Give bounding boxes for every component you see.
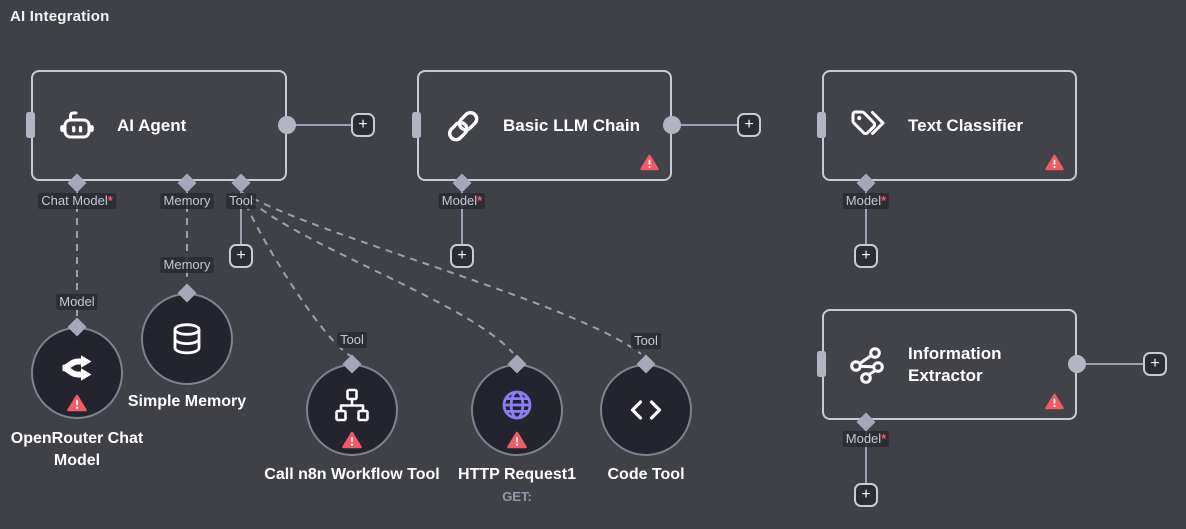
- node-caption-openrouter: OpenRouter Chat Model: [10, 430, 144, 469]
- connector-label-memory: Memory: [160, 193, 214, 209]
- required-marker: *: [881, 193, 887, 208]
- connector-label-model-input: Model: [56, 294, 98, 310]
- warning-triangle-icon: [342, 431, 362, 449]
- plus-icon: +: [358, 116, 368, 133]
- plus-icon: +: [861, 486, 871, 503]
- required-marker: *: [881, 431, 887, 446]
- connector-label-chat-model: Chat Model*: [38, 193, 116, 209]
- warning-triangle-icon: [1045, 154, 1064, 171]
- node-http-request1[interactable]: [471, 364, 563, 456]
- connector-label-text: Tool: [229, 193, 253, 208]
- connector-label-tool-input-code: Tool: [631, 333, 661, 349]
- node-label: Text Classifier: [908, 115, 1023, 135]
- warning-triangle-icon: [67, 394, 87, 412]
- chain-link-icon: [447, 110, 479, 141]
- warning-triangle-icon: [507, 431, 527, 449]
- connector-label-text: Model: [59, 294, 95, 309]
- code-brackets-icon: [630, 400, 662, 420]
- connector-label-text: Tool: [634, 333, 658, 348]
- required-marker: *: [107, 193, 113, 208]
- connector-label-text: Model: [845, 193, 882, 208]
- add-node-button-ai-agent-output[interactable]: +: [351, 113, 375, 137]
- add-model-button-text-classifier[interactable]: +: [854, 244, 878, 268]
- add-model-button-info-extractor[interactable]: +: [854, 483, 878, 507]
- node-label: Basic LLM Chain: [503, 115, 640, 135]
- database-icon: [173, 323, 201, 355]
- fork-arrows-icon: [62, 355, 92, 381]
- connector-label-text: Model: [441, 193, 478, 208]
- share-nodes-icon: [850, 346, 884, 384]
- required-marker: *: [477, 193, 483, 208]
- warning-triangle-icon: [640, 154, 659, 171]
- node-ai-agent[interactable]: AI Agent: [31, 70, 287, 181]
- node-caption-code-tool: Code Tool: [607, 466, 685, 483]
- node-caption-call-n8n-workflow-tool: Call n8n Workflow Tool: [264, 466, 440, 483]
- node-information-extractor[interactable]: Information Extractor: [822, 309, 1077, 420]
- plus-icon: +: [861, 247, 871, 264]
- connector-label-text: Chat Model: [41, 193, 108, 208]
- node-basic-llm-chain[interactable]: Basic LLM Chain: [417, 70, 672, 181]
- plus-icon: +: [457, 247, 467, 264]
- globe-icon: [502, 390, 532, 420]
- robot-icon: [60, 111, 94, 138]
- node-simple-memory[interactable]: [141, 293, 233, 385]
- workflow-canvas[interactable]: AI Integration AI Agent Basic LLM Chain: [0, 0, 1186, 529]
- node-subtitle-http-request1: GET:: [502, 489, 532, 504]
- node-code-tool[interactable]: [600, 364, 692, 456]
- node-label: AI Agent: [117, 115, 187, 135]
- connector-label-model-llm-chain: Model*: [438, 193, 486, 209]
- add-node-button-llm-chain-output[interactable]: +: [737, 113, 761, 137]
- node-text-classifier[interactable]: Text Classifier: [822, 70, 1077, 181]
- node-caption-simple-memory: Simple Memory: [127, 393, 247, 410]
- connector-label-text: Memory: [163, 193, 211, 208]
- connector-label-text: Memory: [163, 257, 211, 272]
- plus-icon: +: [236, 247, 246, 264]
- connector-label-tool: Tool: [226, 193, 256, 209]
- node-label: Information Extractor: [908, 343, 1002, 385]
- connector-label-memory-input: Memory: [160, 257, 214, 273]
- add-node-button-info-extractor-output[interactable]: +: [1143, 352, 1167, 376]
- warning-triangle-icon: [1045, 393, 1064, 410]
- page-title: AI Integration: [10, 8, 110, 25]
- connector-label-tool-input-workflow: Tool: [337, 332, 367, 348]
- node-call-n8n-workflow-tool[interactable]: [306, 364, 398, 456]
- connector-label-model-text-classifier: Model*: [842, 193, 890, 209]
- connector-label-model-info-extractor: Model*: [842, 431, 890, 447]
- add-tool-button-ai-agent[interactable]: +: [229, 244, 253, 268]
- tags-icon: [851, 110, 885, 135]
- sitemap-icon: [335, 388, 369, 422]
- connector-label-text: Model: [845, 431, 882, 446]
- plus-icon: +: [744, 116, 754, 133]
- plus-icon: +: [1150, 355, 1160, 372]
- connector-label-text: Tool: [340, 332, 364, 347]
- add-model-button-llm-chain[interactable]: +: [450, 244, 474, 268]
